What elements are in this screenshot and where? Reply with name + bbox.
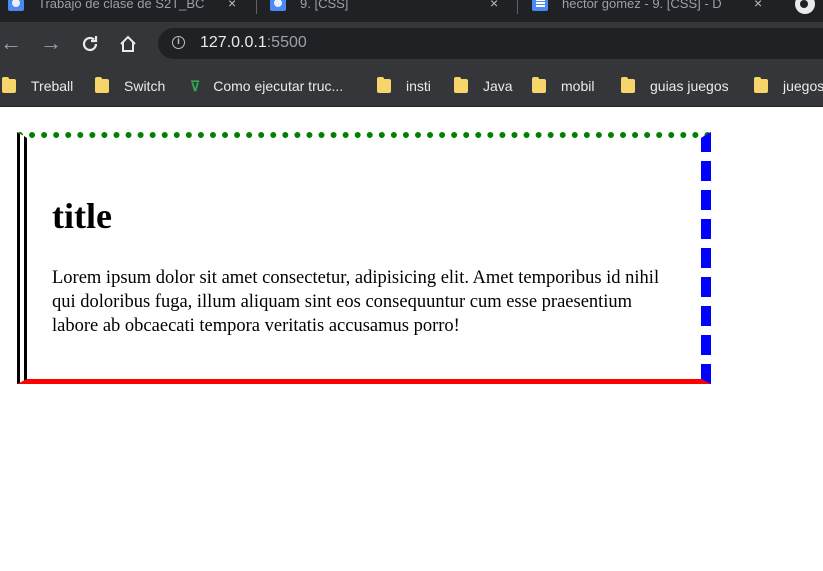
close-tab-icon[interactable]: × xyxy=(228,0,236,11)
docs-icon xyxy=(532,0,548,11)
classroom-icon xyxy=(270,0,286,11)
folder-icon xyxy=(454,77,468,93)
bookmark-treball[interactable]: Treball xyxy=(2,76,73,96)
home-icon[interactable] xyxy=(118,34,138,54)
bookmark-java[interactable]: Java xyxy=(454,76,513,96)
folder-icon xyxy=(2,77,16,93)
folder-icon xyxy=(377,77,391,93)
bookmark-switch[interactable]: Switch xyxy=(95,76,165,96)
folder-icon xyxy=(621,77,635,93)
bookmark-juegos[interactable]: juegos xyxy=(754,76,823,96)
folder-icon xyxy=(95,77,109,93)
tab-trabajo[interactable]: Trabajo de clase de S2T_BC × xyxy=(8,0,248,20)
close-tab-icon[interactable]: × xyxy=(490,0,498,11)
tab-css[interactable]: 9. [CSS] × xyxy=(270,0,510,20)
tab-title: hector gomez - 9. [CSS] - D xyxy=(562,0,722,11)
reload-icon[interactable] xyxy=(80,34,100,54)
bookmark-como-ejecutar[interactable]: ⊽ Como ejecutar truc... xyxy=(190,76,343,96)
bordered-card: title Lorem ipsum dolor sit amet consect… xyxy=(17,132,711,384)
folder-icon xyxy=(532,77,546,93)
vite-icon: ⊽ xyxy=(190,77,201,94)
tab-docs[interactable]: hector gomez - 9. [CSS] - D × xyxy=(532,0,774,20)
tab-title: 9. [CSS] xyxy=(300,0,349,11)
page-title: title xyxy=(52,196,112,236)
url-text[interactable]: 127.0.0.1:5500 xyxy=(200,34,307,52)
back-arrow-icon[interactable]: ← xyxy=(0,30,22,56)
bookmark-insti[interactable]: insti xyxy=(377,76,431,96)
profile-globe-icon[interactable] xyxy=(795,0,815,14)
tab-title: Trabajo de clase de S2T_BC xyxy=(38,0,205,11)
lorem-paragraph: Lorem ipsum dolor sit amet consectetur, … xyxy=(52,268,660,336)
forward-arrow-icon[interactable]: → xyxy=(40,30,62,56)
bookmark-guias-juegos[interactable]: guias juegos xyxy=(621,76,729,96)
site-info-icon[interactable]: i xyxy=(172,36,185,49)
browser-toolbar: ← → i 127.0.0.1:5500 xyxy=(0,22,823,65)
close-tab-icon[interactable]: × xyxy=(754,0,762,11)
bookmarks-bar: Treball Switch ⊽ Como ejecutar truc... in… xyxy=(0,65,823,107)
address-bar[interactable]: i 127.0.0.1:5500 xyxy=(158,28,823,59)
folder-icon xyxy=(754,77,768,93)
bookmark-mobil[interactable]: mobil xyxy=(532,76,594,96)
tab-strip: Trabajo de clase de S2T_BC × 9. [CSS] × … xyxy=(0,0,823,22)
classroom-icon xyxy=(8,0,24,11)
